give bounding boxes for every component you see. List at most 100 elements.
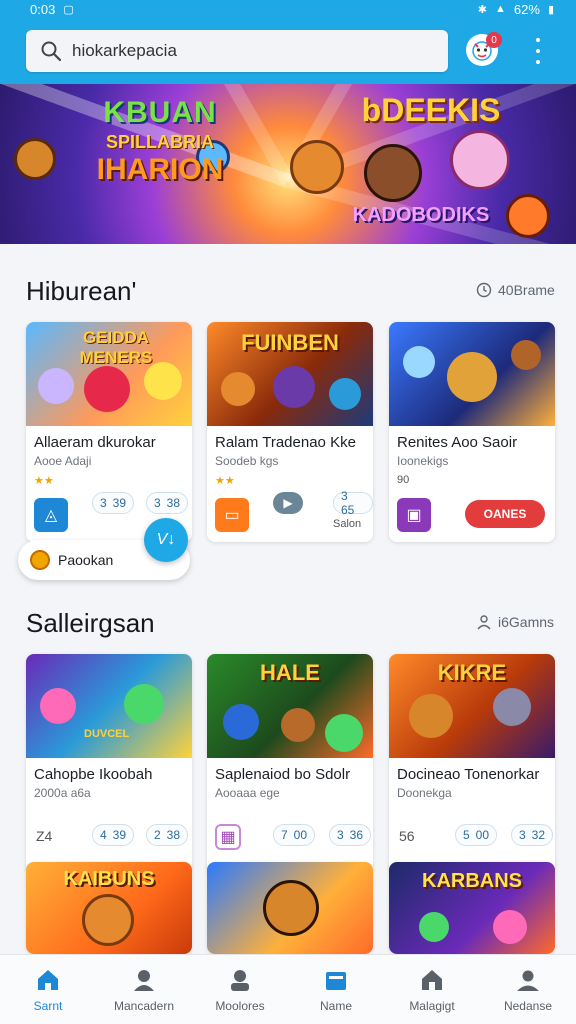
building-icon bbox=[419, 967, 445, 993]
game-title: Saplenaiod bo Sdolr bbox=[215, 766, 351, 783]
search-bar[interactable] bbox=[26, 30, 448, 72]
section-meta-label: 40Brame bbox=[498, 282, 555, 298]
game-subtitle: 2000a a6a bbox=[34, 786, 91, 800]
coin-icon bbox=[30, 550, 50, 570]
stat-pill[interactable]: 5 00 bbox=[455, 824, 498, 846]
notification-icon: ▢ bbox=[63, 3, 74, 16]
app-icon[interactable]: ▭ bbox=[215, 498, 249, 532]
account-icon bbox=[515, 967, 541, 993]
game-subtitle: Aooe Adaji bbox=[34, 454, 92, 468]
wifi-icon: ✱ bbox=[477, 3, 488, 16]
game-card[interactable]: FUINBEN Ralam Tradenao Kke Soodeb kgs ★★… bbox=[207, 322, 373, 542]
nav-item-4[interactable]: Name bbox=[288, 955, 384, 1024]
nav-item-6[interactable]: Nedanse bbox=[480, 955, 576, 1024]
game-title: Cahopbe Ikoobah bbox=[34, 766, 153, 783]
bottom-navigation: Sarnt Mancadern Moolores Name Malagigt N… bbox=[0, 954, 576, 1024]
nav-label: Mancadern bbox=[113, 999, 175, 1013]
game-title: Renites Aoo Saoir bbox=[397, 434, 518, 451]
stat-pill[interactable]: 3 65 bbox=[333, 489, 373, 517]
person-icon bbox=[477, 615, 491, 630]
nav-item-5[interactable]: Malagigt bbox=[384, 955, 480, 1024]
search-icon bbox=[41, 41, 62, 62]
battery-icon: ▮ bbox=[547, 3, 554, 16]
nav-label: Moolores bbox=[215, 999, 265, 1013]
app-icon[interactable]: ▦ bbox=[215, 824, 241, 850]
section-title-hiburan: Hiburean' bbox=[26, 276, 137, 306]
dot-icon bbox=[536, 38, 540, 42]
game-rating: 90 bbox=[397, 474, 410, 486]
search-input[interactable] bbox=[72, 41, 412, 61]
nav-label: Sarnt bbox=[33, 999, 63, 1013]
banner-subtitle-left: SPILLABRIA bbox=[106, 132, 214, 152]
folder-icon bbox=[323, 967, 349, 993]
play-pill[interactable]: ▶ bbox=[273, 492, 303, 514]
game-card[interactable]: GEIDDA MENERS Allaeram dkurokar Aooe Ada… bbox=[26, 322, 192, 542]
section-meta-label: i6Gamns bbox=[498, 614, 555, 630]
stat-pill[interactable]: 7 00 bbox=[273, 824, 316, 846]
bear-character-icon bbox=[364, 144, 422, 202]
nav-item-home[interactable]: Sarnt bbox=[0, 955, 96, 1024]
clock-icon bbox=[476, 282, 492, 298]
stat-pill[interactable]: 3 32 bbox=[511, 824, 554, 846]
banner-title-right: bDEEKIS bbox=[361, 92, 501, 128]
home-icon bbox=[35, 967, 61, 993]
game-card[interactable]: KARBANS bbox=[389, 862, 555, 954]
game-card[interactable]: Renites Aoo Saoir Ioonekigs 90 ▣ OANES bbox=[389, 322, 555, 542]
stat-pill[interactable]: 3 38 bbox=[146, 492, 189, 514]
game-title: Ralam Tradenao Kke bbox=[215, 434, 356, 451]
game-subtitle: Aooaaa ege bbox=[215, 786, 280, 800]
stat-pill[interactable]: 4 39 bbox=[92, 824, 135, 846]
stat-pill[interactable]: 2 38 bbox=[146, 824, 189, 846]
nav-item-2[interactable]: Mancadern bbox=[96, 955, 192, 1024]
game-rating: ★★ bbox=[34, 475, 54, 487]
battery-level: 62% bbox=[513, 1, 540, 17]
game-title: Allaeram dkurokar bbox=[34, 434, 156, 451]
section-meta-1[interactable]: 40Brame bbox=[476, 282, 555, 298]
dot-icon bbox=[536, 60, 540, 64]
app-bar: 0 bbox=[0, 18, 576, 84]
stat-pill[interactable]: 3 39 bbox=[92, 492, 135, 514]
game-thumbnail: HALE bbox=[207, 654, 373, 758]
status-bar: 0:03 ▢ ✱ ▲ 62% ▮ bbox=[0, 0, 576, 18]
game-thumbnail bbox=[389, 322, 555, 426]
profile-icon bbox=[227, 967, 253, 993]
app-icon[interactable]: ▣ bbox=[397, 498, 431, 532]
status-time: 0:03 bbox=[30, 1, 56, 17]
dot-icon bbox=[536, 49, 540, 53]
promo-banner[interactable]: KBUAN SPILLABRIA IHARION bDEEKIS KADOBOD… bbox=[0, 84, 576, 244]
game-card[interactable] bbox=[207, 862, 373, 954]
fox-character-icon bbox=[290, 140, 344, 194]
app-icon[interactable]: ◬ bbox=[34, 498, 68, 532]
game-title: Docineao Tonenorkar bbox=[397, 766, 540, 783]
nav-label: Malagigt bbox=[409, 999, 455, 1013]
game-card[interactable]: DUVCEL Cahopbe Ikoobah 2000a a6a Z4 4 39… bbox=[26, 654, 192, 874]
game-subtitle: Ioonekigs bbox=[397, 454, 449, 468]
bunny-character-icon bbox=[450, 130, 510, 190]
floating-action-button[interactable]: V↓ bbox=[144, 518, 188, 562]
notification-badge: 0 bbox=[486, 32, 502, 48]
ball-icon bbox=[506, 194, 550, 238]
banner-title-left-2: IHARION bbox=[96, 153, 224, 186]
game-subtitle: Doonekga bbox=[397, 786, 452, 800]
section-meta-2[interactable]: i6Gamns bbox=[476, 614, 554, 630]
game-card[interactable]: KIKRE Docineao Tonenorkar Doonekga 56 5 … bbox=[389, 654, 555, 874]
stat-pill[interactable]: 3 36 bbox=[329, 824, 372, 846]
signal-icon: ▲ bbox=[495, 3, 506, 15]
game-thumbnail: KARBANS bbox=[389, 862, 555, 954]
stat-number: Z4 bbox=[36, 828, 53, 844]
games-button[interactable]: OANES bbox=[465, 500, 545, 528]
game-thumbnail: KIKRE bbox=[389, 654, 555, 758]
game-thumbnail bbox=[207, 862, 373, 954]
more-options-button[interactable] bbox=[528, 38, 548, 64]
game-thumbnail: DUVCEL bbox=[26, 654, 192, 758]
section-title-sellers: Salleirgsan bbox=[26, 608, 155, 638]
banner-subtitle-right: KADOBODIKS bbox=[352, 204, 490, 226]
nav-item-3[interactable]: Moolores bbox=[192, 955, 288, 1024]
game-card[interactable]: KAIBUNS bbox=[26, 862, 192, 954]
game-thumbnail: KAIBUNS bbox=[26, 862, 192, 954]
game-rating: ★★ bbox=[215, 475, 235, 487]
game-card[interactable]: HALE Saplenaiod bo Sdolr Aooaaa ege ▦ 7 … bbox=[207, 654, 373, 874]
dog-character-icon bbox=[14, 138, 56, 180]
game-thumbnail: FUINBEN bbox=[207, 322, 373, 426]
stat-label: Salon bbox=[333, 518, 362, 530]
